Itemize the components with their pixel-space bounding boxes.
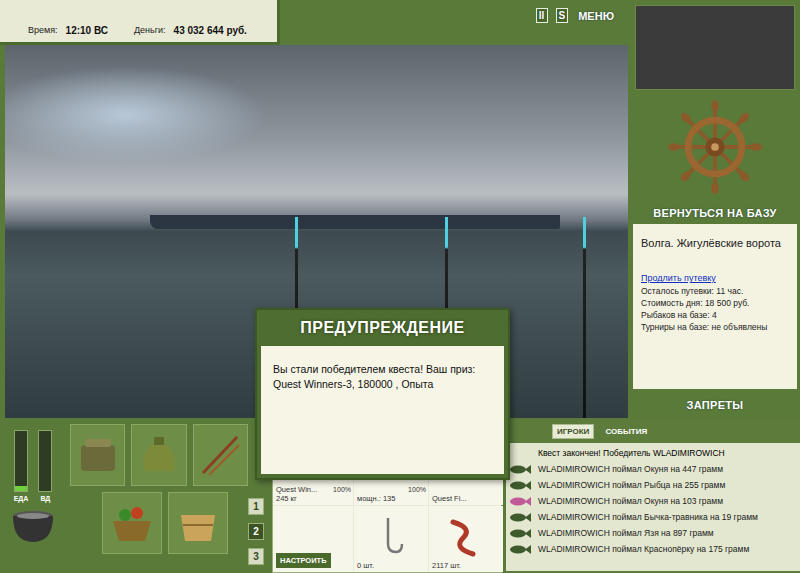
info-panel: Волга. Жигулёвские ворота Продлить путевк… bbox=[633, 224, 797, 389]
bag-icon[interactable] bbox=[73, 431, 123, 479]
status-panel: Время:12:10 ВС Деньги:43 032 644 руб. bbox=[0, 0, 280, 45]
log-row: WLADIMIROWICH поймал Окуня на 103 грамм bbox=[508, 493, 798, 509]
helm-wheel-icon[interactable] bbox=[667, 99, 763, 195]
slot-button[interactable]: 2 bbox=[248, 523, 264, 540]
item-caption: 2117 шт. bbox=[432, 561, 461, 570]
log-row: Квест закончен! Победитель WLADIMIROWICH bbox=[508, 445, 798, 461]
meter-track bbox=[38, 430, 52, 492]
bait-icon bbox=[433, 512, 499, 558]
header-button[interactable]: МЕНЮ bbox=[576, 9, 616, 23]
meter-fill bbox=[15, 486, 27, 491]
tool-tile[interactable] bbox=[70, 424, 125, 486]
meter-label: ЕДА bbox=[14, 495, 29, 502]
log-tab[interactable]: ИГРОКИ bbox=[552, 424, 594, 439]
rods-icon[interactable] bbox=[195, 431, 245, 479]
tool-tile[interactable] bbox=[168, 492, 228, 554]
pot-icon[interactable] bbox=[8, 506, 58, 546]
meter-track bbox=[14, 430, 28, 492]
log-row: WLADIMIROWICH поймал Окуня на 447 грамм bbox=[508, 461, 798, 477]
header-button[interactable]: S bbox=[556, 8, 569, 23]
hook-cell[interactable]: 0 шт. bbox=[354, 506, 428, 572]
fish-icon bbox=[509, 544, 531, 555]
tub-icon[interactable] bbox=[173, 499, 223, 547]
meter: ЕДА bbox=[14, 430, 29, 502]
log-row: WLADIMIROWICH поймал Язя на 897 грамм bbox=[508, 525, 798, 541]
log-row: WLADIMIROWICH поймал Рыбца на 255 грамм bbox=[508, 477, 798, 493]
item-caption: мощн.: 135 bbox=[357, 494, 395, 503]
meter: ВД bbox=[38, 430, 52, 502]
time-field: Время:12:10 ВС bbox=[28, 25, 108, 36]
fish-icon bbox=[509, 464, 531, 475]
tool-tile[interactable] bbox=[131, 424, 186, 486]
extend-link[interactable]: Продлить путевку bbox=[641, 273, 791, 283]
warning-dialog: ПРЕДУПРЕЖДЕНИЕВы стали победителем квест… bbox=[255, 308, 510, 480]
log-tab[interactable]: СОБЫТИЯ bbox=[600, 424, 652, 439]
hook-icon bbox=[358, 512, 424, 558]
return-button[interactable]: ВЕРНУТЬСЯ НА БАЗУ bbox=[653, 204, 776, 222]
basket-icon[interactable] bbox=[107, 499, 157, 547]
game-screen: Время:12:10 ВС Деньги:43 032 644 руб. II SМ… bbox=[0, 0, 800, 573]
dialog-message: Вы стали победителем квеста! Ваш приз: Q… bbox=[261, 346, 504, 474]
slot-button[interactable]: 1 bbox=[248, 498, 264, 515]
slot-button[interactable]: 3 bbox=[248, 548, 264, 565]
item-caption: 0 шт. bbox=[357, 561, 374, 570]
info-line: Стоимость дня: 18 500 руб. bbox=[641, 298, 791, 309]
wear-label: 100% bbox=[333, 486, 351, 493]
info-line: Турниры на базе: не объявлены bbox=[641, 322, 791, 333]
log-row: WLADIMIROWICH поймал Бычка-травника на 1… bbox=[508, 509, 798, 525]
bait-cell[interactable]: 2117 шт. bbox=[429, 506, 503, 572]
wear-label: 100% bbox=[408, 486, 426, 493]
events-panel: ИГРОКИ СОБЫТИЯ Квест закончен! Победитель … bbox=[506, 420, 800, 573]
log-row: WLADIMIROWICH поймал Краснопёрку на 175 … bbox=[508, 541, 798, 557]
money-field: Деньги:43 032 644 руб. bbox=[134, 25, 247, 36]
info-line: Рыбаков на базе: 4 bbox=[641, 310, 791, 321]
rod bbox=[583, 217, 586, 418]
fish-icon bbox=[509, 480, 531, 491]
tool-tile[interactable] bbox=[193, 424, 248, 486]
fish-icon bbox=[509, 512, 531, 523]
log-list: Квест закончен! Победитель WLADIMIROWICH… bbox=[506, 443, 800, 571]
map-box bbox=[635, 5, 795, 90]
bans-button[interactable]: ЗАПРЕТЫ bbox=[687, 391, 744, 414]
rod-load: 245 кг bbox=[276, 494, 297, 503]
setup-button[interactable]: НАСТРОИТЬ bbox=[276, 553, 331, 568]
location-title: Волга. Жигулёвские ворота bbox=[641, 236, 791, 250]
tool-tile[interactable] bbox=[102, 492, 162, 554]
rod-name: Quest Win... bbox=[276, 485, 317, 494]
info-line: Осталось путевки: 11 час. bbox=[641, 286, 791, 297]
header: Время:12:10 ВС Деньги:43 032 644 руб. II SМ… bbox=[0, 0, 628, 45]
header-button[interactable]: II bbox=[536, 8, 548, 23]
meter-label: ВД bbox=[40, 495, 50, 502]
fish-icon bbox=[509, 528, 531, 539]
dialog-title: ПРЕДУПРЕЖДЕНИЕ bbox=[261, 310, 504, 346]
fish-icon bbox=[509, 496, 531, 507]
sack-icon[interactable] bbox=[134, 431, 184, 479]
ship bbox=[150, 215, 560, 229]
item-caption: Quest Fi... bbox=[432, 494, 467, 503]
